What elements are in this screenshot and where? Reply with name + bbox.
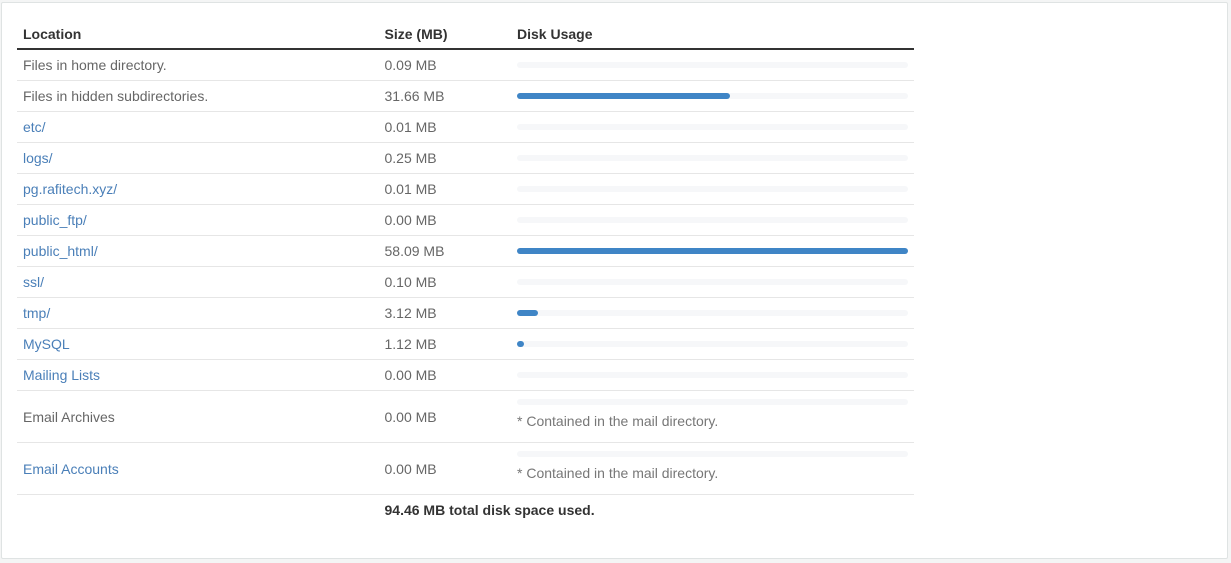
location-link[interactable]: Email Accounts <box>23 461 119 477</box>
table-row: Email Accounts 0.00 MB * Contained in the … <box>17 442 914 495</box>
total-row: 94.46 MB total disk space used. <box>17 495 914 526</box>
location-label: Email Archives <box>23 408 115 425</box>
size-cell: 0.01 MB <box>378 173 511 205</box>
usage-bar <box>517 341 908 347</box>
size-cell: 0.10 MB <box>378 266 511 298</box>
location-cell: public_html/ <box>17 235 379 267</box>
table-row: etc/0.01 MB <box>17 111 914 143</box>
table-row: Mailing Lists 0.00 MB <box>17 359 914 391</box>
usage-note: * Contained in the mail directory. <box>517 412 719 429</box>
usage-cell <box>511 328 914 360</box>
location-link[interactable]: public_ftp/ <box>23 212 87 228</box>
location-cell: Files in hidden subdirectories. <box>17 80 379 112</box>
location-cell: etc/ <box>17 111 379 143</box>
table-row: pg.rafitech.xyz/0.01 MB <box>17 173 914 205</box>
usage-bar-fill <box>517 310 539 316</box>
header-disk-usage: Disk Usage <box>511 19 914 50</box>
usage-cell <box>511 359 914 391</box>
table-row: Email Archives 0.00 MB * Contained in the … <box>17 390 914 443</box>
size-cell: 0.00 MB <box>378 390 511 443</box>
size-cell: 0.01 MB <box>378 111 511 143</box>
size-cell: 0.25 MB <box>378 142 511 174</box>
table-row: logs/0.25 MB <box>17 142 914 174</box>
total-spacer <box>17 495 379 526</box>
location-link[interactable]: tmp/ <box>23 305 50 321</box>
location-cell: Email Accounts <box>17 442 379 495</box>
location-link[interactable]: Mailing Lists <box>23 367 100 383</box>
location-cell: public_ftp/ <box>17 204 379 236</box>
usage-cell <box>511 266 914 298</box>
location-cell: Files in home directory. <box>17 49 379 81</box>
location-cell: tmp/ <box>17 297 379 329</box>
usage-bar <box>517 279 908 285</box>
location-cell: Mailing Lists <box>17 359 379 391</box>
usage-note: * Contained in the mail directory. <box>517 464 719 481</box>
usage-cell <box>511 297 914 329</box>
location-link[interactable]: logs/ <box>23 150 53 166</box>
table-row: MySQL 1.12 MB <box>17 328 914 360</box>
usage-bar <box>517 310 908 316</box>
table-header-row: Location Size (MB) Disk Usage <box>17 19 914 50</box>
disk-usage-panel: Location Size (MB) Disk Usage Files in h… <box>1 2 1228 559</box>
location-link[interactable]: MySQL <box>23 336 70 352</box>
location-cell: MySQL <box>17 328 379 360</box>
size-cell: 0.09 MB <box>378 49 511 81</box>
usage-bar <box>517 372 908 378</box>
usage-bar <box>517 248 908 254</box>
location-link[interactable]: etc/ <box>23 119 46 135</box>
location-cell: logs/ <box>17 142 379 174</box>
usage-cell <box>511 49 914 81</box>
table-row: ssl/0.10 MB <box>17 266 914 298</box>
table-row: tmp/3.12 MB <box>17 297 914 329</box>
size-cell: 0.00 MB <box>378 204 511 236</box>
usage-bar <box>517 62 908 68</box>
size-cell: 1.12 MB <box>378 328 511 360</box>
disk-usage-table: Location Size (MB) Disk Usage Files in h… <box>17 19 914 525</box>
location-cell: ssl/ <box>17 266 379 298</box>
location-link[interactable]: public_html/ <box>23 243 98 259</box>
size-cell: 58.09 MB <box>378 235 511 267</box>
location-label: Files in home directory. <box>23 57 167 73</box>
header-location[interactable]: Location <box>17 19 379 50</box>
usage-cell: * Contained in the mail directory. <box>511 390 914 443</box>
usage-cell <box>511 173 914 205</box>
table-body: Files in home directory. 0.09 MB Files in … <box>17 49 914 495</box>
location-label: Files in hidden subdirectories. <box>23 88 209 104</box>
usage-bar <box>517 217 908 223</box>
size-cell: 31.66 MB <box>378 80 511 112</box>
usage-bar <box>517 93 908 99</box>
table-row: public_html/58.09 MB <box>17 235 914 267</box>
usage-cell: * Contained in the mail directory. <box>511 442 914 495</box>
location-cell: pg.rafitech.xyz/ <box>17 173 379 205</box>
usage-bar <box>517 398 908 405</box>
location-cell: Email Archives <box>17 390 379 443</box>
usage-bar-fill <box>517 248 908 254</box>
header-size[interactable]: Size (MB) <box>378 19 511 50</box>
usage-cell <box>511 235 914 267</box>
usage-bar <box>517 186 908 192</box>
usage-cell <box>511 204 914 236</box>
usage-bar <box>517 124 908 130</box>
location-link[interactable]: pg.rafitech.xyz/ <box>23 181 117 197</box>
table-row: public_ftp/0.00 MB <box>17 204 914 236</box>
usage-bar-fill <box>517 93 731 99</box>
usage-cell <box>511 142 914 174</box>
size-cell: 0.00 MB <box>378 359 511 391</box>
usage-bar <box>517 450 908 457</box>
table-row: Files in home directory. 0.09 MB <box>17 49 914 81</box>
location-link[interactable]: ssl/ <box>23 274 44 290</box>
usage-bar-fill <box>517 341 525 347</box>
size-cell: 3.12 MB <box>378 297 511 329</box>
usage-cell <box>511 80 914 112</box>
size-cell: 0.00 MB <box>378 442 511 495</box>
usage-cell <box>511 111 914 143</box>
usage-bar <box>517 155 908 161</box>
table-row: Files in hidden subdirectories. 31.66 MB <box>17 80 914 112</box>
total-disk-space: 94.46 MB total disk space used. <box>384 502 595 518</box>
